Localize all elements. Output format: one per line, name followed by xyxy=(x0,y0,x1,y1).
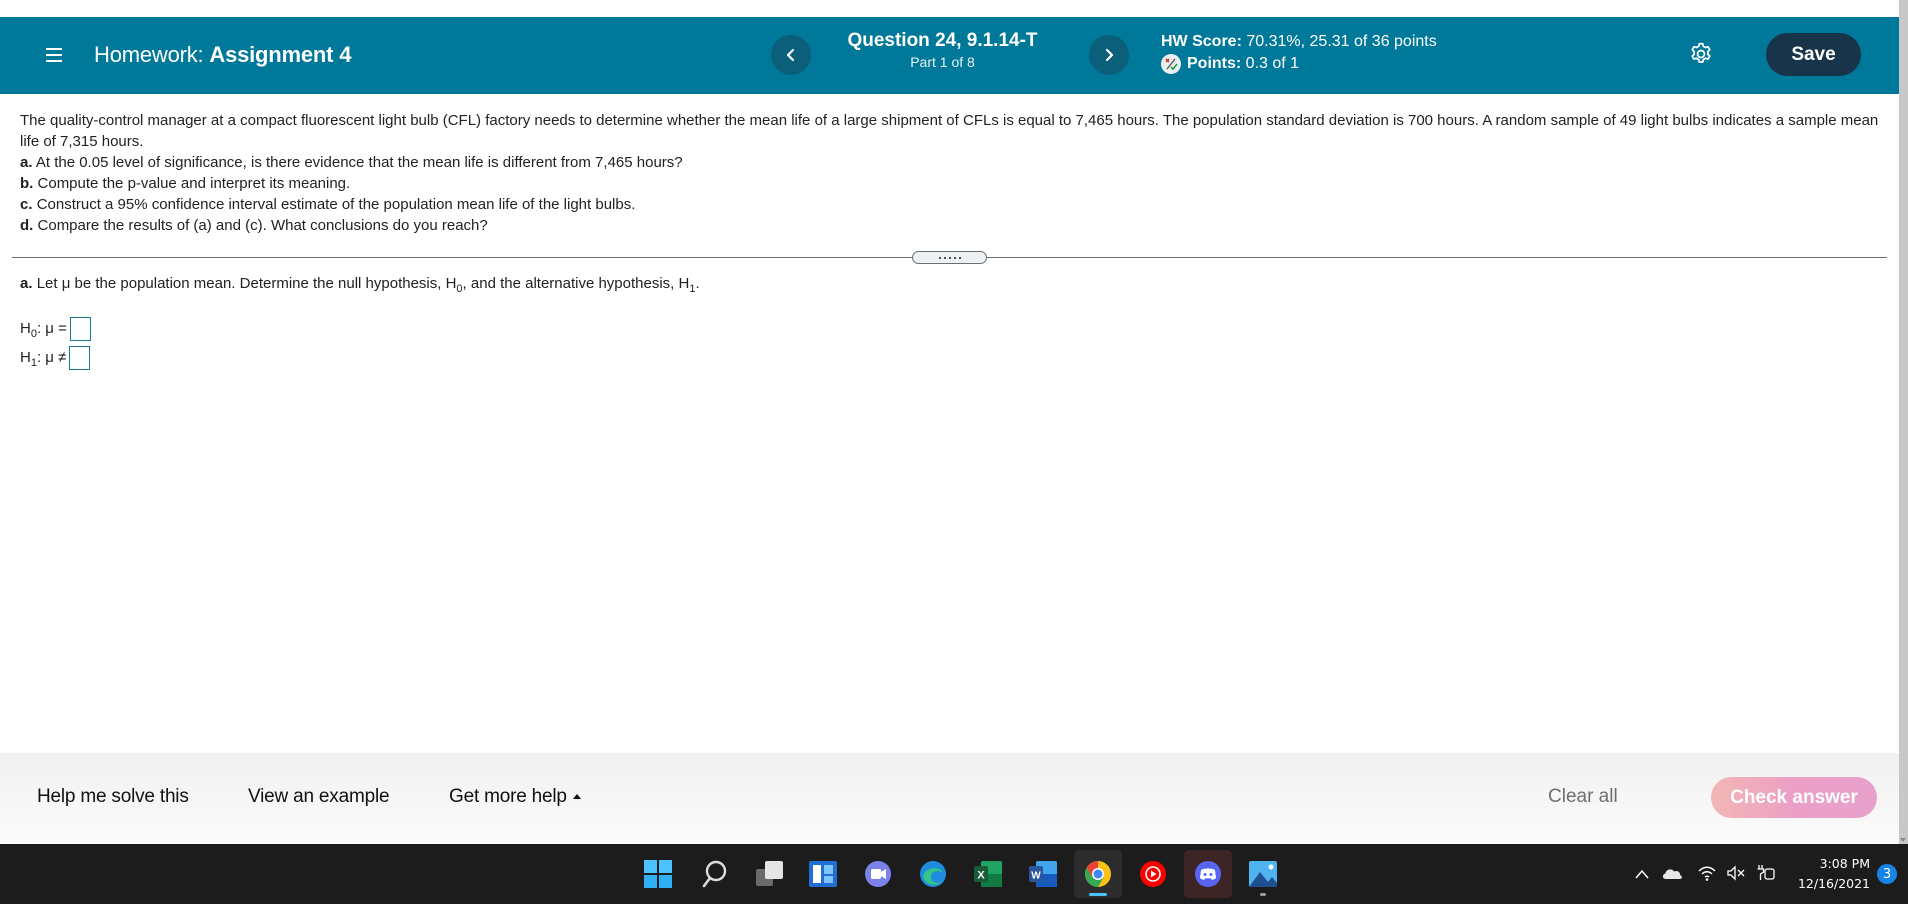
word-icon[interactable]: W xyxy=(1019,850,1067,898)
part-text: Construct a 95% confidence interval esti… xyxy=(36,196,636,213)
svg-text:W: W xyxy=(1031,871,1041,882)
scroll-down-arrow-icon[interactable] xyxy=(1900,838,1906,842)
notification-badge[interactable]: 3 xyxy=(1877,864,1897,884)
edge-icon[interactable] xyxy=(909,850,957,898)
excel-icon[interactable]: X xyxy=(964,850,1012,898)
hamburger-icon-line xyxy=(46,54,62,56)
onedrive-icon[interactable] xyxy=(1661,866,1683,880)
help-me-solve-this-link[interactable]: Help me solve this xyxy=(37,785,189,809)
svg-text:X: X xyxy=(977,870,985,882)
open-app-indicator xyxy=(1260,893,1266,896)
null-hypothesis-row: H0: μ = xyxy=(20,317,91,341)
alternative-hypothesis-input[interactable] xyxy=(69,346,91,370)
null-hypothesis-input[interactable] xyxy=(69,317,91,341)
chevron-right-icon xyxy=(1105,48,1114,62)
assignment-title: Homework: Assignment 4 xyxy=(94,40,351,70)
part-letter: a. xyxy=(20,154,33,171)
save-button[interactable]: Save xyxy=(1766,33,1861,76)
volume-muted-icon[interactable] xyxy=(1726,865,1746,881)
part-letter: c. xyxy=(20,196,33,213)
clear-all-button[interactable]: Clear all xyxy=(1548,785,1618,809)
problem-part-a: a. At the 0.05 level of significance, is… xyxy=(20,152,1890,173)
hw-score-value: 70.31%, 25.31 of 36 points xyxy=(1246,33,1437,50)
browser-page: Homework: Assignment 4 Question 24, 9.1.… xyxy=(0,0,1908,904)
windows-taskbar: X W 3:08 PM 12/16/2021 3 xyxy=(0,844,1908,904)
search-icon[interactable] xyxy=(691,850,739,898)
hw-score: HW Score: 70.31%, 25.31 of 36 points xyxy=(1161,31,1437,53)
get-more-help-menu[interactable]: Get more help xyxy=(449,785,581,809)
hamburger-icon-line xyxy=(46,60,62,62)
pane-resize-handle[interactable] xyxy=(912,251,987,264)
youtube-music-icon[interactable] xyxy=(1129,850,1177,898)
null-hypothesis-label: H0: μ = xyxy=(20,320,67,340)
points-value: 0.3 of 1 xyxy=(1245,55,1300,72)
title-prefix: Homework: xyxy=(94,42,204,67)
question-title: Question 24, 9.1.14-T xyxy=(847,30,1038,51)
hamburger-icon xyxy=(46,48,62,50)
system-clock[interactable]: 3:08 PM 12/16/2021 xyxy=(1794,854,1870,894)
assignment-name: Assignment 4 xyxy=(209,42,352,67)
points-label: Points: xyxy=(1187,55,1242,72)
part-a-text: Let μ be the population mean. Determine … xyxy=(36,275,457,292)
part-letter: d. xyxy=(20,217,34,234)
problem-part-c: c. Construct a 95% confidence interval e… xyxy=(20,194,1890,215)
problem-statement: The quality-control manager at a compact… xyxy=(20,110,1890,236)
widgets-icon[interactable] xyxy=(799,850,847,898)
previous-question-button[interactable] xyxy=(771,35,811,75)
problem-part-b: b. Compute the p-value and interpret its… xyxy=(20,173,1890,194)
teams-chat-icon[interactable] xyxy=(854,850,902,898)
windows-start-icon[interactable] xyxy=(634,850,682,898)
part-text: Compare the results of (a) and (c). What… xyxy=(37,217,488,234)
help-toolbar: Help me solve this View an example Get m… xyxy=(0,753,1899,844)
points-row: Points: 0.3 of 1 xyxy=(1161,53,1437,75)
view-an-example-link[interactable]: View an example xyxy=(248,785,390,809)
battery-charging-icon[interactable] xyxy=(1756,864,1776,882)
assignment-header: Homework: Assignment 4 Question 24, 9.1.… xyxy=(0,17,1899,94)
partial-credit-icon xyxy=(1161,54,1181,74)
photos-icon[interactable] xyxy=(1239,850,1287,898)
chrome-icon[interactable] xyxy=(1074,850,1122,898)
gear-icon[interactable] xyxy=(1688,41,1714,67)
part-a-text: , and the alternative hypothesis, H xyxy=(462,275,690,292)
part-a-text: . xyxy=(695,275,700,292)
clock-time: 3:08 PM xyxy=(1819,856,1870,871)
show-hidden-icons-chevron-icon[interactable] xyxy=(1634,868,1650,880)
score-panel: HW Score: 70.31%, 25.31 of 36 points Poi… xyxy=(1161,31,1437,75)
chevron-left-icon xyxy=(786,48,795,62)
hw-score-label: HW Score: xyxy=(1161,33,1242,50)
top-strip xyxy=(0,0,1899,17)
wifi-icon[interactable] xyxy=(1697,864,1717,882)
problem-intro: The quality-control manager at a compact… xyxy=(20,112,1879,150)
part-a-instructions: a. Let μ be the population mean. Determi… xyxy=(20,274,700,295)
task-view-icon[interactable] xyxy=(746,850,794,898)
alternative-hypothesis-label: H1: μ ≠ xyxy=(20,349,67,369)
alternative-hypothesis-row: H1: μ ≠ xyxy=(20,346,91,370)
caret-up-icon xyxy=(572,794,581,799)
hamburger-menu-button[interactable] xyxy=(46,40,68,70)
part-letter: b. xyxy=(20,175,34,192)
part-a-letter: a. xyxy=(20,275,33,292)
active-app-indicator xyxy=(1089,893,1107,896)
clock-date: 12/16/2021 xyxy=(1797,876,1870,891)
next-question-button[interactable] xyxy=(1089,35,1129,75)
part-text: Compute the p-value and interpret its me… xyxy=(37,175,351,192)
question-info: Question 24, 9.1.14-T Part 1 of 8 xyxy=(820,29,1065,71)
vertical-scrollbar[interactable] xyxy=(1899,0,1908,844)
question-part: Part 1 of 8 xyxy=(910,54,975,70)
get-more-help-label: Get more help xyxy=(449,786,567,807)
part-text: At the 0.05 level of significance, is th… xyxy=(35,154,683,171)
discord-icon[interactable] xyxy=(1184,850,1232,898)
problem-part-d: d. Compare the results of (a) and (c). W… xyxy=(20,215,1890,236)
check-answer-button[interactable]: Check answer xyxy=(1711,777,1877,818)
